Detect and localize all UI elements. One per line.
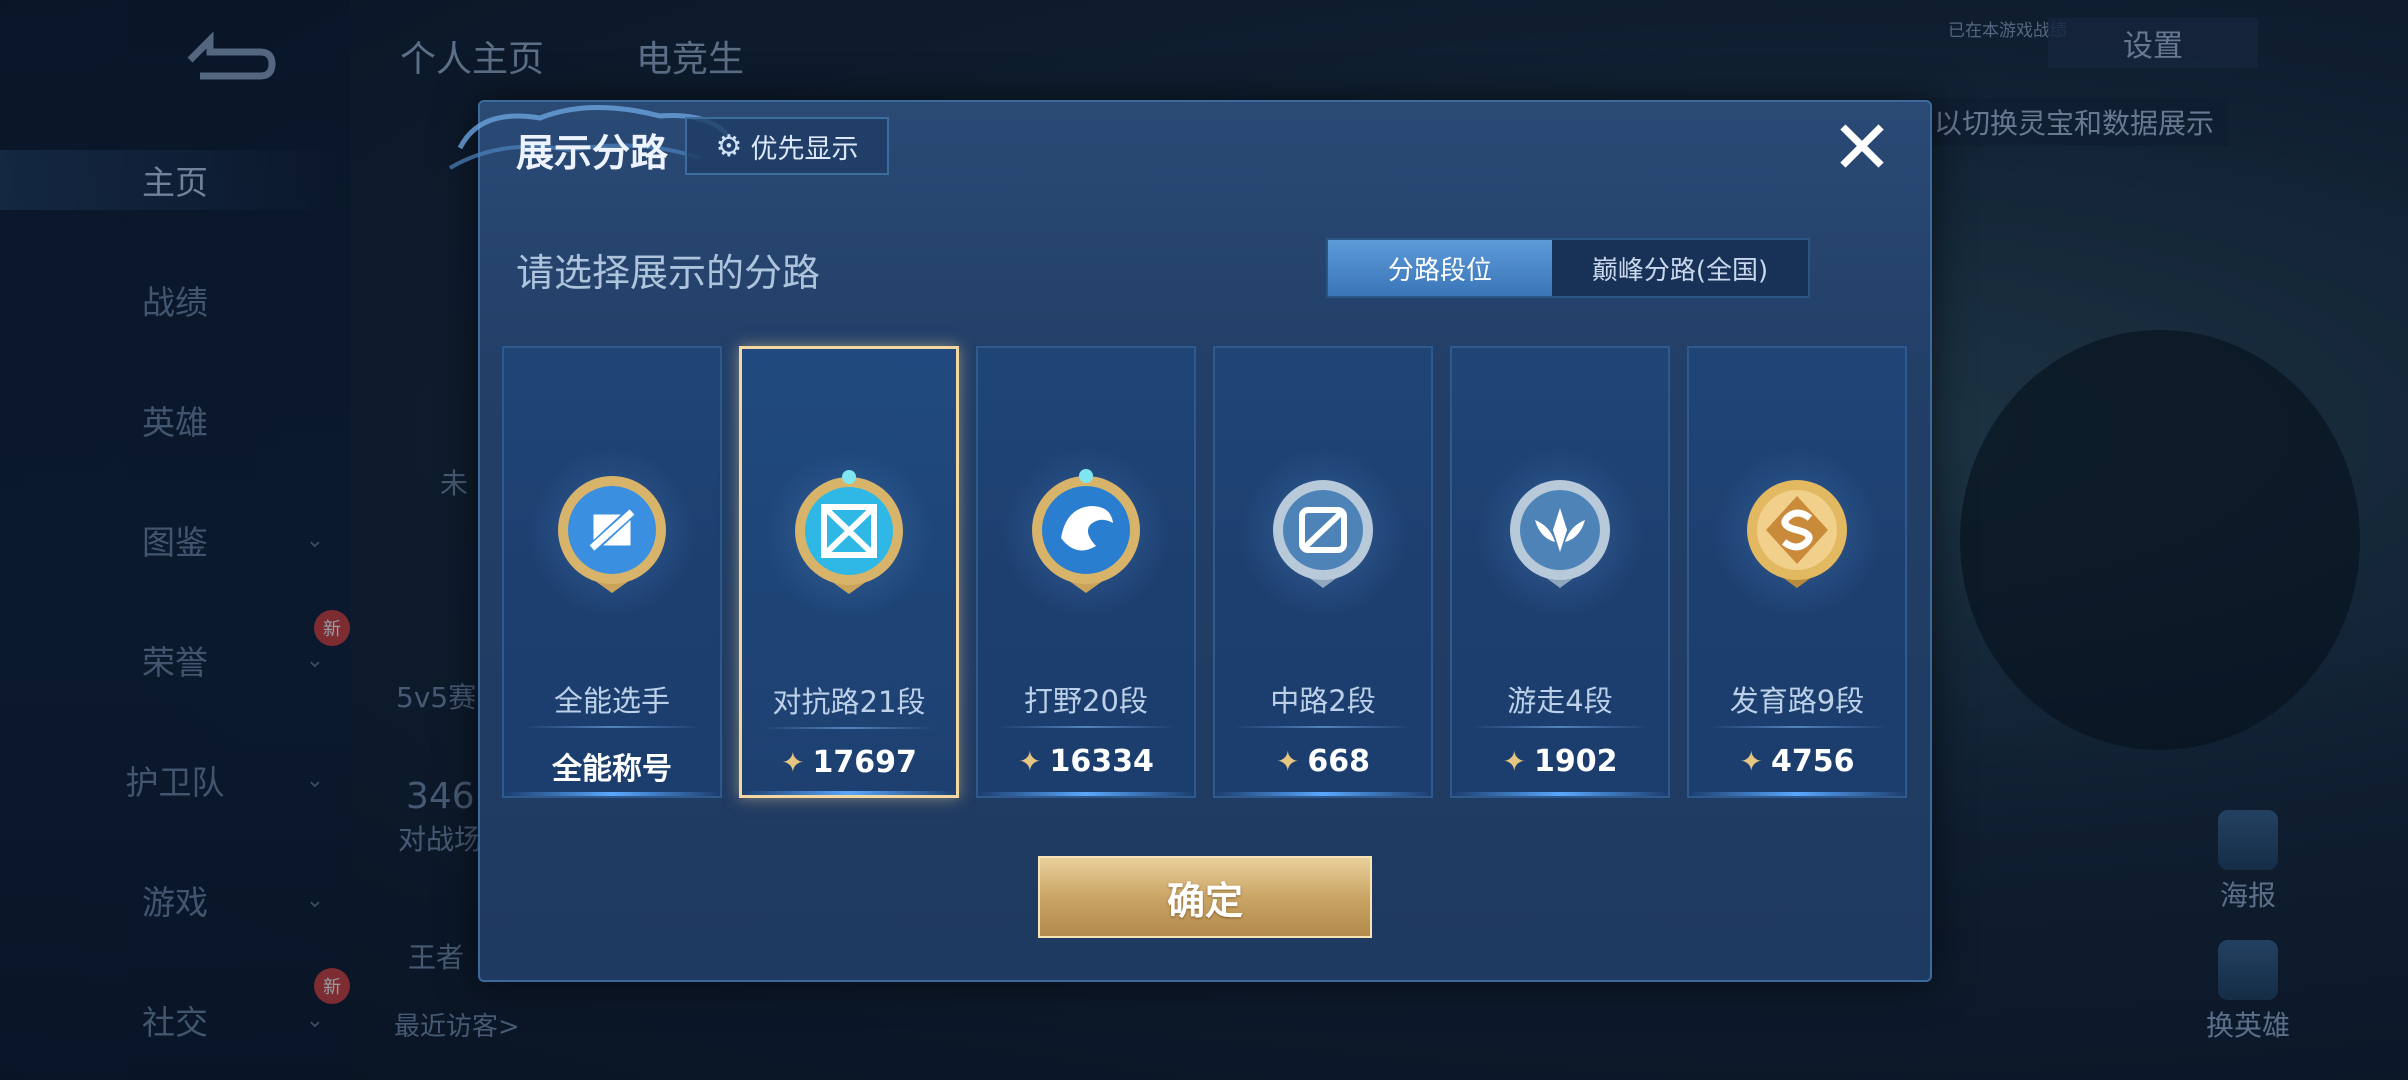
- tab-lane-rank[interactable]: 分路段位: [1328, 240, 1552, 296]
- divider: [762, 727, 936, 729]
- card-underline: [1215, 792, 1431, 796]
- gear-icon: ⚙: [715, 128, 743, 164]
- divider: [1709, 726, 1885, 728]
- lane-score: ✦ 4756: [1739, 744, 1855, 779]
- lane-name: 全能选手: [553, 684, 670, 718]
- lane-name: 游走4段: [1507, 684, 1613, 718]
- peak-points-icon: ✦: [1502, 745, 1526, 778]
- confirm-button[interactable]: 确定: [1038, 856, 1372, 938]
- tab-peak-lane[interactable]: 巅峰分路(全国): [1552, 240, 1808, 296]
- card-underline: [1689, 792, 1905, 796]
- jungle-badge-icon: [1032, 469, 1140, 593]
- roam-badge-icon: [1510, 480, 1610, 588]
- segment-control: 分路段位 巅峰分路(全国): [1326, 238, 1810, 298]
- lane-card-jungle[interactable]: 打野20段 ✦ 16334: [976, 346, 1196, 798]
- lane-card-clash[interactable]: 对抗路21段 ✦ 17697: [739, 346, 959, 798]
- all-round-badge-icon: [558, 476, 666, 593]
- clash-lane-badge-icon: [795, 470, 903, 594]
- peak-points-icon: ✦: [781, 746, 805, 779]
- close-icon[interactable]: ✕: [1824, 105, 1900, 191]
- dialog-title: 展示分路: [516, 131, 669, 175]
- lane-name: 对抗路21段: [772, 685, 926, 719]
- mid-lane-badge-icon: [1273, 480, 1373, 588]
- priority-display-button[interactable]: ⚙ 优先显示: [685, 117, 889, 175]
- lane-card-list: 全能选手 全能称号 对抗路21段 ✦ 17697 打野20段 ✦ 16334 中…: [502, 346, 1908, 798]
- lane-name: 发育路9段: [1729, 684, 1865, 718]
- peak-points-icon: ✦: [1018, 745, 1042, 778]
- divider: [524, 726, 700, 728]
- lane-card-all-round[interactable]: 全能选手 全能称号: [502, 346, 722, 798]
- divider: [998, 726, 1174, 728]
- divider: [1235, 726, 1411, 728]
- lane-name: 中路2段: [1270, 684, 1376, 718]
- farm-lane-badge-icon: [1747, 480, 1847, 588]
- lane-name: 打野20段: [1024, 684, 1148, 718]
- divider: [1472, 726, 1648, 728]
- card-underline: [742, 791, 956, 795]
- lane-score: 全能称号: [552, 752, 672, 787]
- lane-score: ✦ 17697: [781, 745, 917, 780]
- peak-points-icon: ✦: [1739, 745, 1763, 778]
- lane-score: ✦ 668: [1275, 744, 1371, 779]
- card-underline: [978, 792, 1194, 796]
- lane-card-roam[interactable]: 游走4段 ✦ 1902: [1450, 346, 1670, 798]
- card-underline: [504, 792, 720, 796]
- lane-card-mid[interactable]: 中路2段 ✦ 668: [1213, 346, 1433, 798]
- lane-score: ✦ 1902: [1502, 744, 1618, 779]
- lane-card-farm[interactable]: 发育路9段 ✦ 4756: [1687, 346, 1907, 798]
- peak-points-icon: ✦: [1275, 745, 1300, 778]
- dialog-subtitle: 请选择展示的分路: [516, 251, 821, 295]
- card-underline: [1452, 792, 1668, 796]
- lane-display-dialog: 展示分路 ⚙ 优先显示 ✕ 请选择展示的分路 分路段位 巅峰分路(全国) 全能选…: [448, 100, 1932, 982]
- lane-score: ✦ 16334: [1018, 744, 1154, 779]
